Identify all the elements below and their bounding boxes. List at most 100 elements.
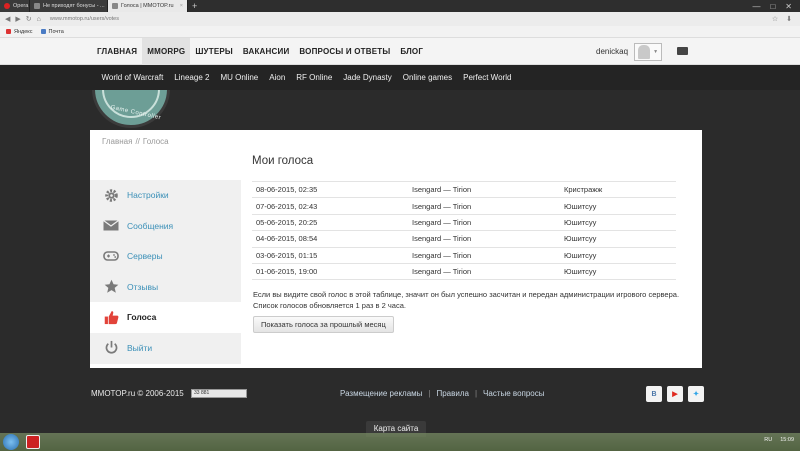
sidebar-item-label: Выйти	[127, 342, 153, 353]
thumbs-up-icon	[103, 310, 119, 324]
clock[interactable]: 15:09	[780, 437, 794, 443]
browser-tab-opera[interactable]: Opera	[0, 0, 30, 12]
avatar-dropdown[interactable]: ▼	[634, 42, 663, 61]
sidebar-item-votes[interactable]: Голоса	[90, 302, 241, 333]
taskbar-opera-button[interactable]	[26, 435, 40, 449]
game-link-jade-dynasty[interactable]: Jade Dynasty	[338, 73, 397, 82]
page-title: Мои голоса	[252, 155, 314, 167]
bookmark-mail[interactable]: Почта	[40, 29, 64, 35]
main-menu: ГЛАВНАЯ MMORPG ШУТЕРЫ ВАКАНСИИ ВОПРОСЫ И…	[92, 38, 428, 65]
vote-server: Isengard — Tirion	[408, 213, 560, 231]
breadcrumb: Главная//Голоса	[102, 137, 169, 146]
footer-link-rules[interactable]: Правила	[436, 389, 468, 398]
new-tab-button[interactable]: +	[188, 0, 201, 12]
url-field[interactable]: www.mmotop.ru/users/votes	[50, 16, 119, 22]
browser-tab[interactable]: Не приходят бонусы - ...	[30, 0, 108, 12]
vote-server: Isengard — Tirion	[408, 230, 560, 248]
bookmark-label: Яндекс	[14, 28, 33, 35]
game-link-wow[interactable]: World of Warcraft	[96, 73, 169, 82]
bookmark-star-icon[interactable]: ☆	[772, 15, 778, 23]
menu-item-shooters[interactable]: ШУТЕРЫ	[190, 38, 238, 65]
vote-character: Юшитсуу	[560, 246, 676, 264]
vote-date: 03-06-2015, 01:15	[252, 246, 408, 264]
address-bar: ◀ ▶ ↻ ⌂ www.mmotop.ru/users/votes ☆ ⬇	[0, 12, 800, 26]
vote-server: Isengard — Tirion	[408, 246, 560, 264]
gamepad-icon	[103, 249, 119, 263]
download-icon[interactable]: ⬇	[786, 15, 792, 23]
chevron-down-icon: ▼	[653, 48, 659, 55]
browser-tab-active[interactable]: Голоса | MMOTOP.ru ×	[108, 0, 188, 12]
breadcrumb-home[interactable]: Главная	[102, 137, 132, 146]
sidebar-item-label: Сообщения	[127, 220, 174, 231]
menu-item-qa[interactable]: ВОПРОСЫ И ОТВЕТЫ	[294, 38, 395, 65]
twitter-icon[interactable]: ✦	[688, 386, 704, 402]
language-indicator[interactable]: RU	[764, 437, 772, 443]
reload-icon[interactable]: ↻	[26, 15, 32, 23]
sidebar-item-logout[interactable]: Выйти	[90, 333, 241, 364]
messages-envelope-icon[interactable]	[677, 47, 688, 55]
vote-character: Юшитсуу	[560, 197, 676, 215]
sidebar-item-servers[interactable]: Серверы	[90, 241, 241, 272]
vote-server: Isengard — Tirion	[408, 262, 560, 281]
menu-item-mmorpg[interactable]: MMORPG	[142, 38, 191, 65]
menu-item-home[interactable]: ГЛАВНАЯ	[92, 38, 142, 65]
footer-separator: |	[474, 389, 478, 398]
tab-label: Не приходят бонусы - ...	[43, 3, 105, 9]
browser-tab-bar: Opera Не приходят бонусы - ... Голоса | …	[0, 0, 800, 12]
votes-info-text: Если вы видите свой голос в этой таблице…	[253, 290, 680, 310]
home-icon[interactable]: ⌂	[37, 16, 41, 23]
game-link-mu-online[interactable]: MU Online	[215, 73, 264, 82]
menu-item-jobs[interactable]: ВАКАНСИИ	[238, 38, 294, 65]
table-row: 08-06-2015, 02:35 Isengard — Tirion Крис…	[252, 180, 676, 198]
close-tab-icon[interactable]: ×	[180, 3, 183, 9]
address-bar-tools: ☆ ⬇	[772, 15, 800, 23]
user-menu: denickaq ▼	[596, 38, 663, 65]
sidebar-item-messages[interactable]: Сообщения	[90, 211, 241, 242]
site-logo[interactable]: Game Controller	[88, 90, 174, 130]
account-sidebar: Настройки Сообщения Серверы Отзывы Голос…	[90, 180, 241, 364]
tab-label: Opera	[13, 3, 29, 9]
vk-icon[interactable]: В	[646, 386, 662, 402]
start-button[interactable]	[3, 434, 19, 450]
vote-server: Isengard — Tirion	[408, 197, 560, 215]
vote-date: 01-06-2015, 19:00	[252, 262, 408, 281]
footer-link-faq[interactable]: Частые вопросы	[483, 389, 544, 398]
menu-item-blog[interactable]: БЛОГ	[395, 38, 428, 65]
bookmarks-bar: Яндекс Почта	[0, 26, 800, 38]
visit-counter[interactable]: 33 881	[191, 389, 247, 398]
vote-date: 07-06-2015, 02:43	[252, 197, 408, 215]
forward-icon[interactable]: ▶	[15, 15, 20, 23]
game-link-aion[interactable]: Aion	[264, 73, 291, 82]
os-taskbar: RU 15:09	[0, 433, 800, 451]
votes-table: 08-06-2015, 02:35 Isengard — Tirion Крис…	[252, 180, 676, 281]
youtube-icon[interactable]: ▶	[667, 386, 683, 402]
vote-server: Isengard — Tirion	[408, 180, 560, 198]
close-window-button[interactable]: ✕	[785, 2, 792, 11]
sidebar-item-reviews[interactable]: Отзывы	[90, 272, 241, 303]
game-link-online-games[interactable]: Online games	[397, 73, 457, 82]
sidebar-item-settings[interactable]: Настройки	[90, 180, 241, 211]
page-icon	[34, 3, 40, 9]
game-link-rf-online[interactable]: RF Online	[291, 73, 338, 82]
table-row: 01-06-2015, 19:00 Isengard — Tirion Юшит…	[252, 262, 676, 281]
tab-label: Голоса | MMOTOP.ru	[121, 3, 174, 9]
table-row: 05-06-2015, 20:25 Isengard — Tirion Юшит…	[252, 213, 676, 231]
content-card: Главная//Голоса Настройки Сообщения Серв…	[90, 130, 702, 368]
show-last-month-button[interactable]: Показать голоса за прошлый месяц	[253, 316, 394, 333]
game-link-perfect-world[interactable]: Perfect World	[458, 73, 517, 82]
yandex-icon	[6, 29, 11, 34]
vote-date: 04-06-2015, 08:54	[252, 230, 408, 248]
sidebar-item-label: Серверы	[127, 251, 163, 262]
system-tray: RU 15:09	[764, 437, 794, 443]
minimize-button[interactable]: —	[752, 2, 760, 11]
game-link-lineage2[interactable]: Lineage 2	[169, 73, 215, 82]
power-icon	[103, 341, 119, 355]
bookmark-yandex[interactable]: Яндекс	[6, 29, 33, 35]
sidebar-item-label: Голоса	[127, 312, 157, 323]
back-icon[interactable]: ◀	[5, 15, 10, 23]
vote-character: Юшитсуу	[560, 262, 676, 281]
username[interactable]: denickaq	[596, 47, 628, 56]
maximize-button[interactable]: □	[770, 2, 775, 11]
vote-character: Юшитсуу	[560, 213, 676, 231]
footer-link-ads[interactable]: Размещение рекламы	[340, 389, 422, 398]
